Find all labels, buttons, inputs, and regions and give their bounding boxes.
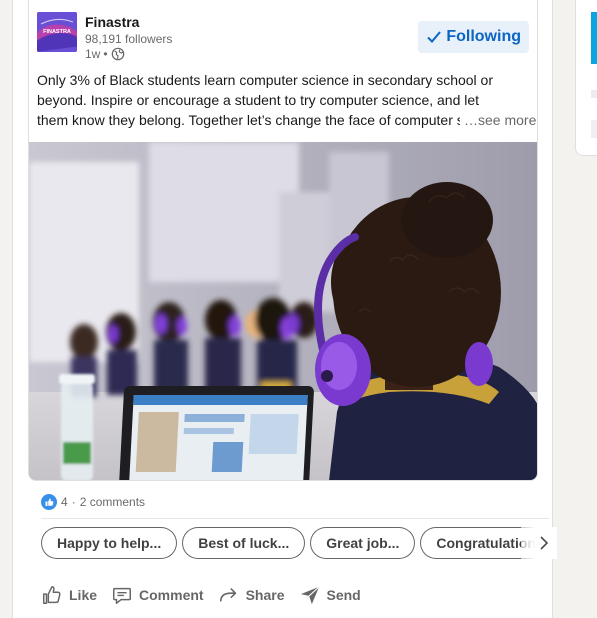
post-time: 1w [85,47,101,61]
right-rail-placeholder [591,90,597,98]
suggested-reply-chip[interactable]: Best of luck... [182,527,306,559]
share-button[interactable]: Share [218,584,285,606]
right-rail-placeholder [591,120,597,138]
post-image[interactable] [29,142,537,480]
send-label: Send [326,587,361,603]
company-logo[interactable]: FINASTRA [37,12,77,52]
company-name[interactable]: Finastra [85,14,139,30]
post-header: FINASTRA Finastra 98,191 followers 1w • … [37,12,531,62]
post-text: Only 3% of Black students learn computer… [37,70,536,130]
comment-label: Comment [139,587,204,603]
meta-separator: • [103,47,108,61]
post-photo [29,142,537,480]
thumbs-up-icon [43,586,61,604]
finastra-logo-icon: FINASTRA [37,12,77,52]
post-meta: 1w • [85,47,125,61]
logo-wordmark: FINASTRA [43,29,71,35]
post-action-bar: Like Comment Share Send [41,580,361,610]
post-text-line-3-wrap: them know they belong. Together let’s ch… [37,110,536,130]
follower-count: 98,191 followers [85,32,173,46]
share-label: Share [245,587,285,603]
social-separator: · [71,495,76,509]
suggested-reply-chip[interactable]: Great job... [310,527,416,559]
right-rail-card [575,0,597,156]
like-label: Like [69,587,98,603]
chevron-right-icon [540,536,549,550]
comment-count[interactable]: 2 comments [80,495,145,509]
share-arrow-icon [219,588,236,602]
send-paper-plane-icon [300,586,320,605]
globe-icon [111,47,124,61]
suggested-replies: Happy to help... Best of luck... Great j… [41,527,557,559]
suggested-replies-track: Happy to help... Best of luck... Great j… [41,527,557,559]
post-text-line-1: Only 3% of Black students learn computer… [37,72,494,88]
social-counts[interactable]: 4 · 2 comments [41,492,145,512]
post-card: FINASTRA Finastra 98,191 followers 1w • … [28,0,538,481]
divider [41,518,549,519]
comment-icon [113,587,131,604]
scroll-right-button[interactable] [521,527,557,559]
feed-column: FINASTRA Finastra 98,191 followers 1w • … [12,0,557,618]
suggested-reply-chip[interactable]: Happy to help... [41,527,178,559]
comment-button[interactable]: Comment [111,584,204,606]
following-label: Following [446,28,521,45]
right-rail-thumbnail[interactable] [591,12,597,64]
post-text-line-2: beyond. Inspire or encourage a student t… [37,92,480,108]
reaction-count[interactable]: 4 [61,495,68,509]
following-button[interactable]: Following [418,21,529,53]
see-more-link[interactable]: …see more [464,110,536,130]
like-reaction-icon [41,494,57,510]
checkmark-icon [427,31,442,43]
post-text-line-3: them know they belong. Together let’s ch… [37,112,460,128]
like-button[interactable]: Like [41,584,97,606]
send-button[interactable]: Send [299,584,361,606]
